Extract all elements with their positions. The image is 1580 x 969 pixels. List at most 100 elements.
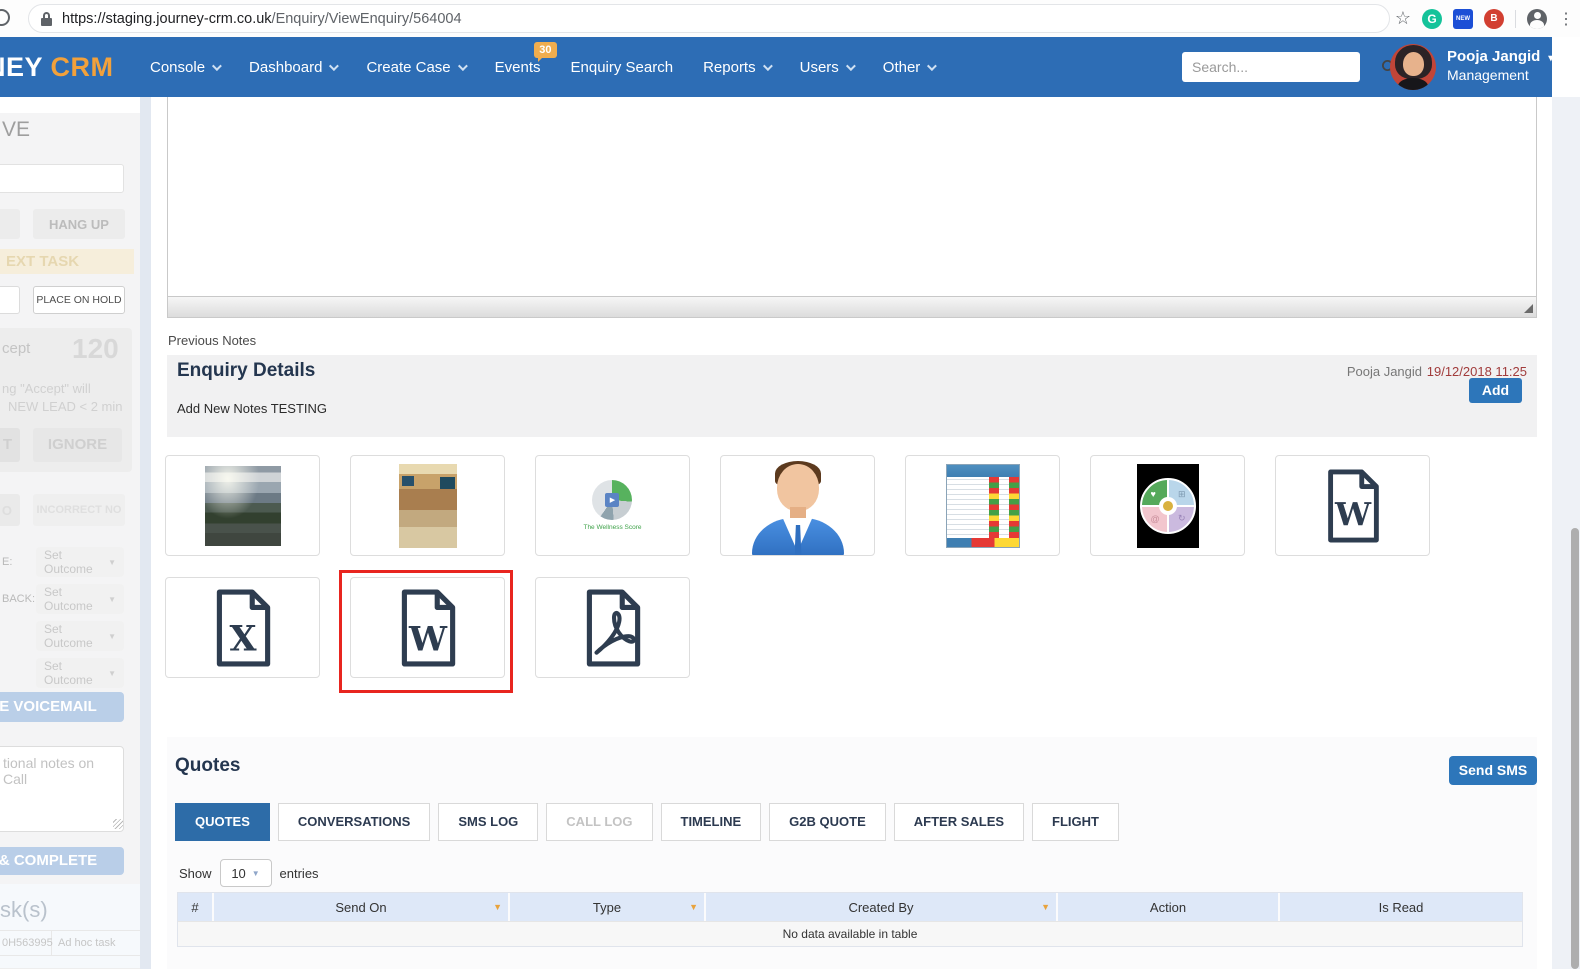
tab-quotes[interactable]: QUOTES	[175, 803, 270, 841]
wellness-disc-icon	[592, 480, 633, 520]
attachment-puzzle-graphic[interactable]: ♥ ⊞ @ ↻	[1090, 455, 1245, 556]
excel-file-icon: X	[216, 589, 270, 666]
nav-item-console[interactable]: Console	[150, 59, 222, 76]
nav-item-create-case[interactable]: Create Case	[366, 59, 468, 76]
dropdown-caret-icon: ▼	[108, 594, 116, 604]
tab-after-sales[interactable]: AFTER SALES	[893, 803, 1025, 841]
countdown-timer: 120	[72, 333, 119, 364]
panel-title: Enquiry Details	[177, 360, 316, 381]
page-scrollbar-thumb[interactable]	[1571, 528, 1579, 969]
set-outcome-dropdown[interactable]: Set Outcome ▼	[36, 658, 124, 688]
quotes-tabs: QUOTES CONVERSATIONS SMS LOG CALL LOG TI…	[175, 803, 1119, 841]
user-menu-caret-icon: ▾	[1548, 53, 1554, 64]
column-header-type[interactable]: Type ▼	[510, 893, 706, 921]
user-avatar[interactable]	[1390, 44, 1436, 90]
tab-flight[interactable]: FLIGHT	[1032, 803, 1119, 841]
callback-label-partial: BACK:	[2, 593, 36, 605]
quotes-table: # Send On ▼ Type ▼ Created By ▼ Action Is R…	[177, 892, 1523, 947]
add-note-button[interactable]: Add	[1469, 378, 1522, 403]
red-extension-icon[interactable]: B	[1484, 8, 1504, 29]
editor-resize-grip-icon[interactable]	[1524, 304, 1533, 313]
outcome-label-partial: E:	[2, 556, 13, 568]
column-header-action[interactable]: Action	[1058, 893, 1280, 921]
correct-no-button-partial[interactable]: O	[0, 494, 20, 526]
chevron-down-icon	[762, 60, 773, 71]
task-row[interactable]: 0H563995 Ad hoc task	[0, 930, 140, 956]
dropdown-caret-icon: ▼	[108, 557, 116, 567]
chrome-menu-icon[interactable]: ⋮	[1558, 9, 1574, 29]
textarea-resize-grip-icon[interactable]	[113, 819, 123, 829]
column-header-created-by[interactable]: Created By ▼	[706, 893, 1058, 921]
table-header-row: # Send On ▼ Type ▼ Created By ▼ Action Is R…	[178, 893, 1522, 921]
heart-icon: ♥	[1150, 488, 1156, 499]
new-extension-icon[interactable]: NEW	[1453, 8, 1473, 29]
notes-editor-area[interactable]	[167, 97, 1537, 318]
nav-item-dashboard[interactable]: Dashboard	[249, 59, 340, 76]
tab-conversations[interactable]: CONVERSATIONS	[277, 803, 431, 841]
dropdown-caret-icon: ▼	[108, 631, 116, 641]
attachment-word-document[interactable]: W	[1275, 455, 1430, 556]
sidebar-background	[0, 113, 140, 969]
tab-g2b-quote[interactable]: G2B QUOTE	[769, 803, 886, 841]
page-size-select[interactable]: 10 ▼	[219, 859, 272, 887]
lock-icon	[41, 11, 52, 26]
chevron-down-icon	[329, 60, 340, 71]
note-timestamp: 19/12/2018 11:25	[1426, 364, 1527, 379]
nav-item-enquiry-search[interactable]: Enquiry Search	[571, 59, 674, 76]
task-type: Ad hoc task	[58, 937, 116, 949]
call-notes-textarea[interactable]	[0, 746, 124, 832]
nav-item-users[interactable]: Users	[800, 59, 856, 76]
set-outcome-dropdown[interactable]: Set Outcome ▼	[36, 584, 124, 614]
sidebar-cut-button[interactable]	[0, 209, 20, 239]
send-sms-button[interactable]: Send SMS	[1449, 756, 1537, 785]
calculator-icon: ⊞	[1177, 488, 1186, 499]
address-bar[interactable]: https://staging.journey-crm.co.uk/Enquir…	[28, 4, 1390, 33]
global-search	[1182, 52, 1397, 82]
task-row[interactable]	[0, 956, 140, 969]
save-complete-button[interactable]: & COMPLETE	[0, 847, 124, 875]
ignore-button[interactable]: IGNORE	[33, 428, 122, 462]
column-header-send-on[interactable]: Send On ▼	[214, 893, 510, 921]
sidebar-scrollbar[interactable]	[140, 97, 151, 969]
app-logo[interactable]: NEY CRM	[0, 52, 114, 83]
nav-item-events[interactable]: Events 30	[495, 41, 557, 76]
incorrect-no-button[interactable]: INCORRECT NO	[33, 494, 125, 526]
chrome-divider	[1515, 9, 1516, 28]
attachment-excel-document[interactable]: X	[165, 577, 320, 678]
nav-item-other[interactable]: Other	[883, 59, 938, 76]
bookmark-star-icon[interactable]: ☆	[1395, 8, 1411, 29]
chevron-down-icon	[927, 60, 938, 71]
reload-icon[interactable]	[0, 9, 10, 26]
nav-item-reports[interactable]: Reports	[703, 59, 773, 76]
wellness-caption: The Wellness Score	[583, 524, 642, 531]
accept-button-partial[interactable]: T	[0, 428, 20, 462]
attachment-spreadsheet[interactable]	[905, 455, 1060, 556]
sidebar-heading-partial: VE	[2, 118, 31, 141]
user-menu[interactable]: Pooja Jangid ▾ Management	[1447, 48, 1553, 83]
set-outcome-dropdown[interactable]: Set Outcome ▼	[36, 621, 124, 651]
tab-sms-log[interactable]: SMS LOG	[438, 803, 539, 841]
attachment-landscape-photo[interactable]	[165, 455, 320, 556]
chevron-down-icon	[212, 60, 222, 71]
attachment-interior-photo[interactable]	[350, 455, 505, 556]
attachment-pdf-document[interactable]	[535, 577, 690, 678]
svg-text:W: W	[1333, 495, 1371, 533]
attachment-wellness-logo[interactable]: The Wellness Score	[535, 455, 690, 556]
hang-up-button[interactable]: HANG UP	[33, 209, 125, 239]
attachment-person-avatar[interactable]	[720, 455, 875, 556]
tab-timeline[interactable]: TIMELINE	[660, 803, 762, 841]
column-header-index[interactable]: #	[178, 893, 214, 921]
editor-horizontal-scrollbar[interactable]	[168, 296, 1536, 317]
tasks-heading-partial: sk(s)	[0, 897, 48, 922]
grammarly-extension-icon[interactable]: G	[1422, 8, 1442, 29]
set-outcome-dropdown[interactable]: Set Outcome ▼	[36, 547, 124, 577]
leave-voicemail-button[interactable]: E VOICEMAIL	[0, 692, 124, 722]
search-input[interactable]	[1182, 59, 1381, 75]
column-header-is-read[interactable]: Is Read	[1280, 893, 1522, 921]
browser-profile-icon[interactable]	[1527, 8, 1547, 29]
sidebar-cut-button[interactable]	[0, 286, 20, 314]
sidebar-text-input[interactable]	[0, 164, 124, 193]
events-count-badge: 30	[534, 41, 557, 62]
place-on-hold-button[interactable]: PLACE ON HOLD	[33, 286, 125, 314]
pdf-file-icon	[586, 589, 640, 666]
